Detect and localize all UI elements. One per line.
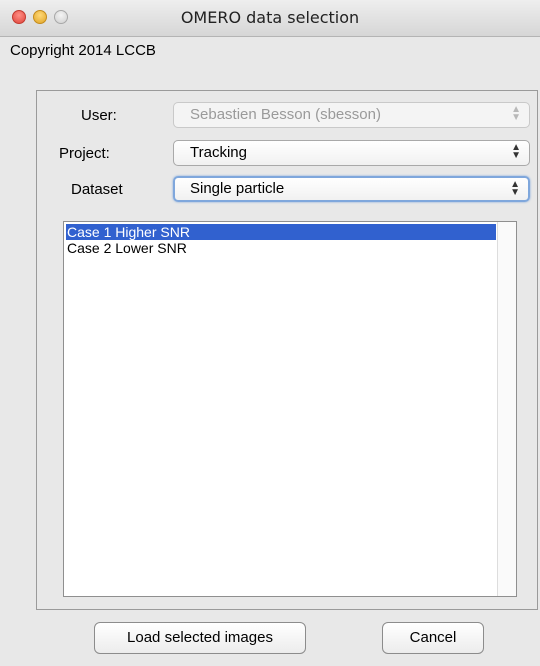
- copyright-text: Copyright 2014 LCCB: [10, 42, 156, 59]
- list-item[interactable]: Case 2 Lower SNR: [66, 240, 496, 256]
- list-item[interactable]: Case 1 Higher SNR: [66, 224, 496, 240]
- cancel-button[interactable]: Cancel: [382, 622, 484, 654]
- updown-arrows-icon: ▲ ▼: [510, 179, 520, 198]
- images-listbox[interactable]: Case 1 Higher SNR Case 2 Lower SNR: [63, 221, 517, 597]
- user-select-value: Sebastien Besson (sbesson): [190, 106, 381, 123]
- updown-arrows-icon: ▲ ▼: [511, 104, 521, 123]
- dataset-select[interactable]: Single particle ▲ ▼: [173, 176, 530, 202]
- window-title: OMERO data selection: [180, 8, 360, 27]
- user-select: Sebastien Besson (sbesson) ▲ ▼: [173, 102, 530, 128]
- project-label: Project:: [59, 145, 110, 162]
- load-selected-images-button[interactable]: Load selected images: [94, 622, 306, 654]
- omero-data-selection-window: OMERO data selection Copyright 2014 LCCB…: [0, 0, 540, 666]
- listbox-scrollbar[interactable]: [497, 222, 516, 596]
- dataset-select-value: Single particle: [190, 180, 285, 197]
- updown-arrows-icon: ▲ ▼: [511, 142, 521, 161]
- selection-panel: User: Sebastien Besson (sbesson) ▲ ▼ Proj…: [36, 90, 538, 610]
- project-select-value: Tracking: [190, 144, 247, 161]
- project-select[interactable]: Tracking ▲ ▼: [173, 140, 530, 166]
- title-bar[interactable]: OMERO data selection: [0, 0, 540, 37]
- dataset-label: Dataset: [71, 181, 123, 198]
- user-label: User:: [81, 107, 117, 124]
